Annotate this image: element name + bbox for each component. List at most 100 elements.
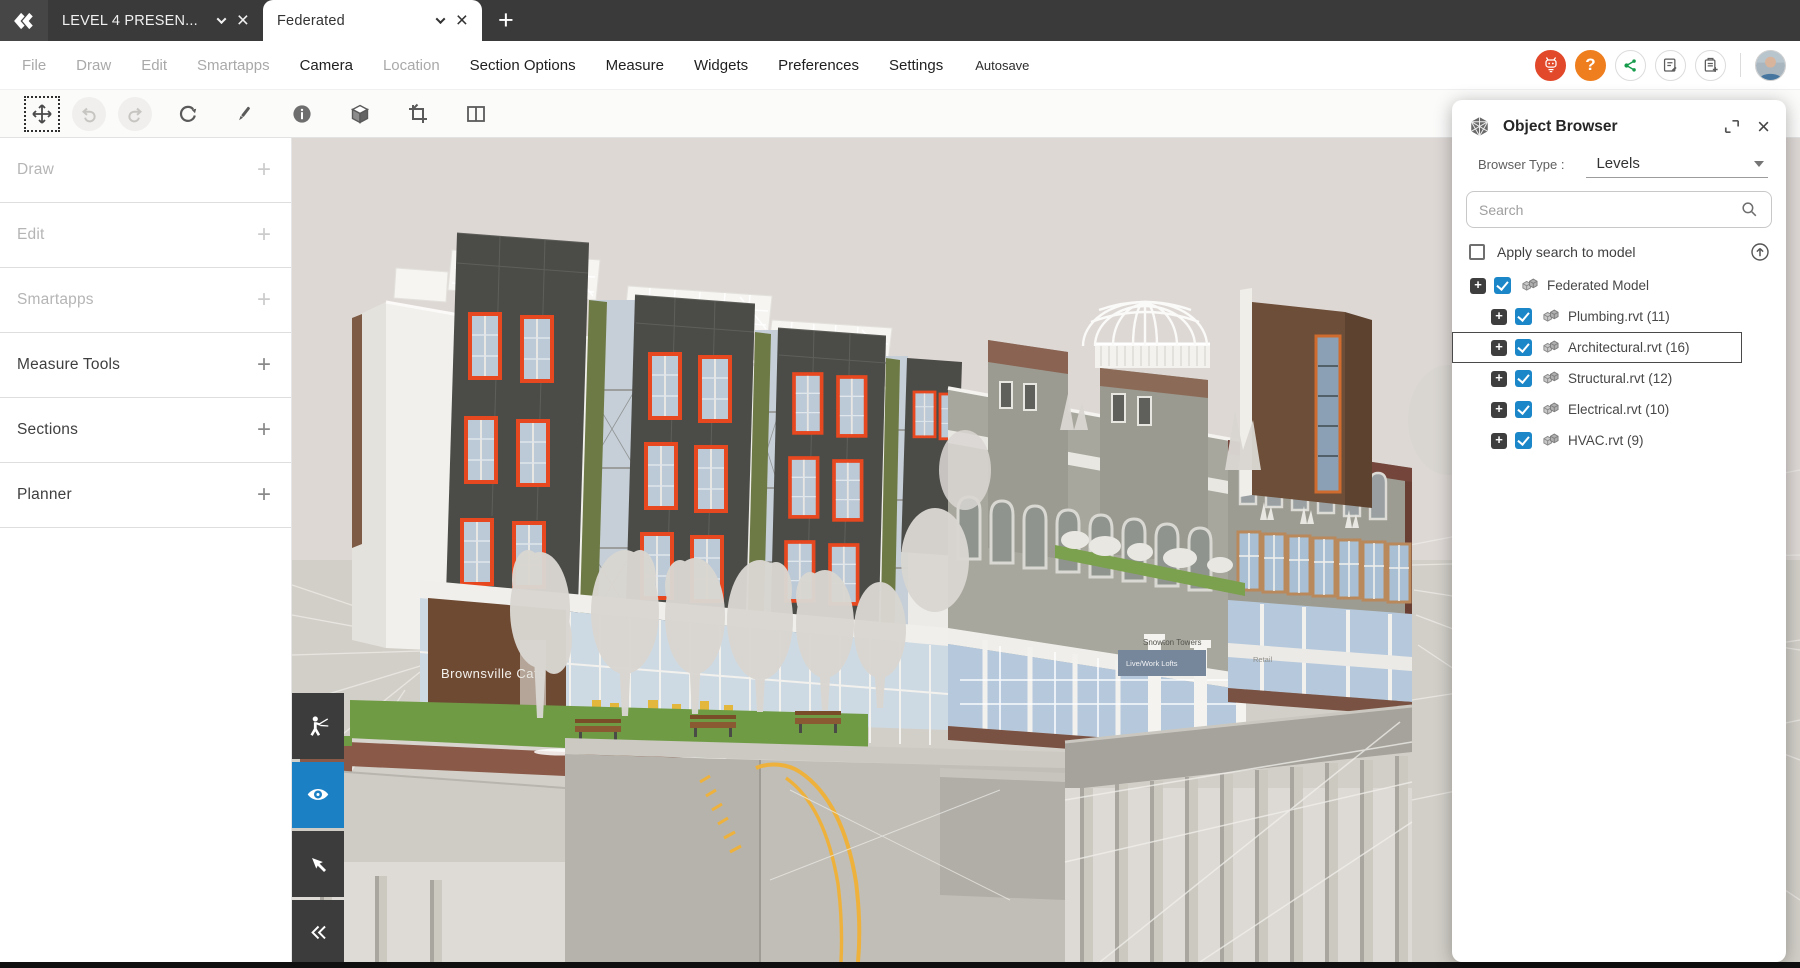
new-tab-button[interactable]: + xyxy=(494,0,518,41)
menu-preferences[interactable]: Preferences xyxy=(778,57,859,74)
sidebar-section-draw[interactable]: Draw + xyxy=(0,138,291,203)
visibility-checkbox[interactable] xyxy=(1515,308,1532,325)
viewport-bottom-bar xyxy=(0,962,1800,968)
expand-plus-icon[interactable]: + xyxy=(257,353,271,377)
upload-model-icon[interactable] xyxy=(1750,242,1770,262)
expand-plus-icon[interactable]: + xyxy=(257,288,271,312)
section-label: Draw xyxy=(17,161,54,179)
menu-autosave[interactable]: Autosave xyxy=(975,58,1029,73)
visibility-checkbox[interactable] xyxy=(1515,339,1532,356)
walk-person-icon xyxy=(305,713,331,739)
sidebar-section-edit[interactable]: Edit + xyxy=(0,203,291,268)
tree-item-label: Structural.rvt (12) xyxy=(1568,371,1672,386)
towers-sign-text: Snowton Towers xyxy=(1143,638,1202,647)
crop-button[interactable] xyxy=(400,96,436,132)
retail-sign-text: Retail xyxy=(1253,655,1273,664)
avatar-image xyxy=(1756,51,1785,80)
app-logo[interactable] xyxy=(0,0,48,41)
expand-button[interactable]: + xyxy=(1491,340,1507,356)
marker-tool-button[interactable] xyxy=(226,96,262,132)
expand-plus-icon[interactable]: + xyxy=(257,223,271,247)
move-tool-button[interactable] xyxy=(24,96,60,132)
info-button[interactable] xyxy=(284,96,320,132)
info-icon xyxy=(290,102,314,126)
expand-button[interactable]: + xyxy=(1470,278,1486,294)
apply-search-checkbox[interactable] xyxy=(1469,244,1485,260)
menu-edit[interactable]: Edit xyxy=(141,57,167,74)
redo-button[interactable] xyxy=(118,97,152,131)
chevron-down-icon[interactable] xyxy=(216,14,226,24)
menu-settings[interactable]: Settings xyxy=(889,57,943,74)
lofts-sign-text: Live/Work Lofts xyxy=(1126,659,1178,668)
menu-smartapps[interactable]: Smartapps xyxy=(197,57,270,74)
sidebar-section-sections[interactable]: Sections + xyxy=(0,398,291,463)
model-cubes-icon xyxy=(1540,370,1561,387)
assistant-bot-button[interactable] xyxy=(1535,50,1566,81)
expand-plus-icon[interactable]: + xyxy=(257,483,271,507)
chevron-down-icon[interactable] xyxy=(435,14,445,24)
tools-sidebar: Draw + Edit + Smartapps + Measure Tools … xyxy=(0,138,292,968)
expand-button[interactable]: + xyxy=(1491,371,1507,387)
share-button[interactable] xyxy=(1615,50,1646,81)
tree-item-label: Federated Model xyxy=(1547,278,1649,293)
help-button[interactable]: ? xyxy=(1575,50,1606,81)
search-box xyxy=(1466,191,1772,228)
menu-file[interactable]: File xyxy=(22,57,46,74)
visibility-checkbox[interactable] xyxy=(1515,432,1532,449)
cube-view-button[interactable] xyxy=(342,96,378,132)
walk-mode-button[interactable] xyxy=(292,693,344,759)
dropdown-caret-icon xyxy=(1754,161,1764,167)
rotate-view-button[interactable] xyxy=(170,96,206,132)
visibility-checkbox[interactable] xyxy=(1494,277,1511,294)
browser-type-select[interactable]: Levels xyxy=(1586,155,1768,178)
tree-row-architectural[interactable]: + Architectural.rvt (16) xyxy=(1452,332,1742,363)
tree-row-electrical[interactable]: + Electrical.rvt (10) xyxy=(1452,394,1742,425)
select-button[interactable] xyxy=(292,831,344,897)
undo-icon xyxy=(78,103,100,125)
feedback-button[interactable] xyxy=(1655,50,1686,81)
close-tab-icon[interactable]: × xyxy=(237,10,249,31)
undo-button[interactable] xyxy=(72,97,106,131)
eye-icon xyxy=(305,782,331,808)
cursor-arrow-icon xyxy=(305,851,331,877)
new-issue-button[interactable] xyxy=(1695,50,1726,81)
dock-panel-icon[interactable] xyxy=(1722,117,1741,136)
search-icon[interactable] xyxy=(1740,200,1759,219)
collapse-panel-button[interactable] xyxy=(292,900,344,962)
menu-measure[interactable]: Measure xyxy=(606,57,664,74)
tree-row-federated-model[interactable]: + Federated Model xyxy=(1452,270,1742,301)
close-tab-icon[interactable]: × xyxy=(456,10,468,31)
menu-camera[interactable]: Camera xyxy=(300,57,353,74)
expand-button[interactable]: + xyxy=(1491,402,1507,418)
user-avatar[interactable] xyxy=(1755,50,1786,81)
expand-button[interactable]: + xyxy=(1491,309,1507,325)
project-tab-inactive[interactable]: LEVEL 4 PRESEN... × xyxy=(48,0,263,41)
expand-plus-icon[interactable]: + xyxy=(257,158,271,182)
search-input[interactable] xyxy=(1479,202,1740,218)
tree-row-hvac[interactable]: + HVAC.rvt (9) xyxy=(1452,425,1742,456)
menu-bar: File Draw Edit Smartapps Camera Location… xyxy=(0,41,1800,90)
menu-draw[interactable]: Draw xyxy=(76,57,111,74)
robot-icon xyxy=(1541,55,1561,75)
project-tab-active[interactable]: Federated × xyxy=(263,0,482,41)
tree-row-structural[interactable]: + Structural.rvt (12) xyxy=(1452,363,1742,394)
sidebar-section-smartapps[interactable]: Smartapps + xyxy=(0,268,291,333)
close-panel-icon[interactable]: × xyxy=(1757,116,1770,138)
visibility-checkbox[interactable] xyxy=(1515,370,1532,387)
section-label: Planner xyxy=(17,486,72,504)
object-browser-panel: Object Browser × Browser Type : Levels xyxy=(1452,100,1786,962)
tree-row-plumbing[interactable]: + Plumbing.rvt (11) xyxy=(1452,301,1742,332)
visibility-checkbox[interactable] xyxy=(1515,401,1532,418)
sidebar-section-measure-tools[interactable]: Measure Tools + xyxy=(0,333,291,398)
section-view-button[interactable] xyxy=(458,96,494,132)
visibility-button[interactable] xyxy=(292,762,344,828)
expand-button[interactable]: + xyxy=(1491,433,1507,449)
menu-widgets[interactable]: Widgets xyxy=(694,57,748,74)
tree-item-label: Plumbing.rvt (11) xyxy=(1568,309,1670,324)
menu-section-options[interactable]: Section Options xyxy=(470,57,576,74)
menu-location[interactable]: Location xyxy=(383,57,440,74)
expand-plus-icon[interactable]: + xyxy=(257,418,271,442)
model-cubes-icon xyxy=(1540,339,1561,356)
sidebar-section-planner[interactable]: Planner + xyxy=(0,463,291,528)
crop-icon xyxy=(406,102,430,126)
